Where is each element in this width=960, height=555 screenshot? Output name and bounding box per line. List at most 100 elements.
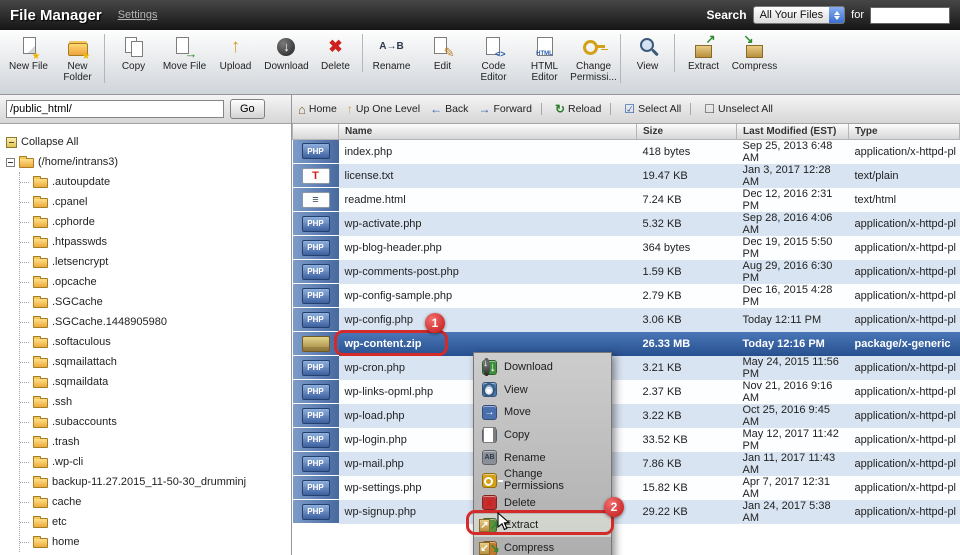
toolbar-button[interactable]: Code Editor bbox=[468, 34, 519, 83]
toolbar-button[interactable]: New File bbox=[3, 34, 54, 72]
search-scope-select[interactable]: All Your Files bbox=[753, 6, 846, 24]
table-row[interactable]: readme.html 7.24 KB Dec 12, 2016 2:31 PM… bbox=[293, 188, 960, 212]
table-row[interactable]: license.txt 19.47 KB Jan 3, 2017 12:28 A… bbox=[293, 164, 960, 188]
forward-icon bbox=[478, 103, 490, 115]
tree-folder-item[interactable]: etc bbox=[20, 512, 291, 532]
file-nav-item[interactable]: Up One Level bbox=[347, 103, 420, 115]
toolbar-button[interactable]: Download bbox=[261, 34, 312, 72]
file-name[interactable]: wp-blog-header.php bbox=[339, 236, 637, 260]
column-header[interactable]: Type bbox=[849, 124, 960, 139]
file-name[interactable]: wp-config-sample.php bbox=[339, 284, 637, 308]
tree-folder-item[interactable]: .cphorde bbox=[20, 212, 291, 232]
file-nav-item[interactable]: Unselect All bbox=[704, 103, 773, 115]
tree-folder-item[interactable]: cache bbox=[20, 492, 291, 512]
tree-folder-item[interactable]: .ssh bbox=[20, 392, 291, 412]
table-row[interactable]: wp-cron.php 3.21 KB May 24, 2015 11:56 P… bbox=[293, 356, 960, 380]
context-menu-item[interactable]: Rename bbox=[474, 446, 611, 469]
file-table: Name Size Last Modified (EST) Type index… bbox=[292, 124, 960, 524]
tree-folder-item[interactable]: .autoupdate bbox=[20, 172, 291, 192]
toolbar-button-label: View bbox=[624, 61, 671, 72]
table-row[interactable]: wp-settings.php 15.82 KB Apr 7, 2017 12:… bbox=[293, 476, 960, 500]
context-menu-item[interactable]: Move bbox=[474, 401, 611, 424]
file-name[interactable]: wp-activate.php bbox=[339, 212, 637, 236]
file-name[interactable]: index.php bbox=[339, 139, 637, 164]
table-row[interactable]: wp-comments-post.php 1.59 KB Aug 29, 201… bbox=[293, 260, 960, 284]
search-input[interactable] bbox=[870, 7, 950, 24]
column-header[interactable]: Last Modified (EST) bbox=[737, 124, 849, 139]
tree-folder-item[interactable]: .opcache bbox=[20, 272, 291, 292]
context-menu-item[interactable]: View bbox=[474, 379, 611, 402]
toolbar-button[interactable]: HTML Editor bbox=[519, 34, 570, 83]
tree-folder-item[interactable]: .subaccounts bbox=[20, 412, 291, 432]
toolbar-button[interactable]: Upload bbox=[210, 34, 261, 72]
file-nav-item[interactable]: Forward bbox=[478, 103, 542, 115]
table-row[interactable]: index.php 418 bytes Sep 25, 2013 6:48 AM… bbox=[293, 139, 960, 164]
column-header[interactable]: Size bbox=[637, 124, 737, 139]
folder-icon bbox=[33, 338, 48, 348]
tree-connector bbox=[20, 282, 29, 283]
file-nav-item[interactable]: Select All bbox=[624, 103, 691, 115]
tree-folder-item[interactable]: home bbox=[20, 532, 291, 552]
file-type: application/x-httpd-pl bbox=[849, 139, 960, 164]
tree-root[interactable]: (/home/intrans3) bbox=[6, 152, 291, 172]
table-row[interactable]: wp-signup.php 29.22 KB Jan 24, 2017 5:38… bbox=[293, 500, 960, 524]
file-type: application/x-httpd-pl bbox=[849, 308, 960, 332]
folder-icon bbox=[33, 378, 48, 388]
collapse-all-icon bbox=[6, 137, 17, 148]
toolbar-button[interactable]: Extract bbox=[678, 34, 729, 72]
tree-folder-item[interactable]: .sqmailattach bbox=[20, 352, 291, 372]
settings-link[interactable]: Settings bbox=[118, 9, 158, 21]
tree-folder-item[interactable]: .trash bbox=[20, 432, 291, 452]
toolbar-button[interactable]: Compress bbox=[729, 34, 780, 72]
tree-folder-item[interactable]: .SGCache.1448905980 bbox=[20, 312, 291, 332]
table-row[interactable]: wp-login.php 33.52 KB May 12, 2017 11:42… bbox=[293, 428, 960, 452]
column-header[interactable]: Name bbox=[339, 124, 637, 139]
file-name[interactable]: license.txt bbox=[339, 164, 637, 188]
context-menu-item[interactable]: Copy bbox=[474, 424, 611, 447]
toolbar-button[interactable]: Delete bbox=[312, 34, 363, 72]
tree-folder-item[interactable]: .cpanel bbox=[20, 192, 291, 212]
folder-icon bbox=[33, 538, 48, 548]
toolbar-button[interactable]: Edit bbox=[417, 34, 468, 72]
tree-folder-item[interactable]: .wp-cli bbox=[20, 452, 291, 472]
tree-folder-item[interactable]: .letsencrypt bbox=[20, 252, 291, 272]
context-menu-item[interactable]: Compress bbox=[474, 537, 611, 555]
tree-folder-item[interactable]: backup-11.27.2015_11-50-30_drumminj bbox=[20, 472, 291, 492]
table-row[interactable]: wp-activate.php 5.32 KB Sep 28, 2016 4:0… bbox=[293, 212, 960, 236]
toolbar-button[interactable]: Change Permissi... bbox=[570, 34, 621, 83]
context-menu-item[interactable]: Change Permissions bbox=[474, 469, 611, 492]
context-menu-item[interactable]: Extract bbox=[474, 514, 611, 537]
unselect-all-icon bbox=[704, 103, 715, 115]
table-row[interactable]: wp-blog-header.php 364 bytes Dec 19, 201… bbox=[293, 236, 960, 260]
table-row[interactable]: wp-mail.php 7.86 KB Jan 11, 2017 11:43 A… bbox=[293, 452, 960, 476]
collapse-expander-icon[interactable] bbox=[6, 158, 15, 167]
tree-folder-item[interactable]: .softaculous bbox=[20, 332, 291, 352]
file-name[interactable]: readme.html bbox=[339, 188, 637, 212]
context-menu-item[interactable]: Download bbox=[474, 356, 611, 379]
tree-folder-item[interactable]: .SGCache bbox=[20, 292, 291, 312]
table-row[interactable]: wp-load.php 3.22 KB Oct 25, 2016 9:45 AM… bbox=[293, 404, 960, 428]
collapse-all[interactable]: Collapse All bbox=[6, 132, 291, 152]
file-nav-item[interactable]: Home bbox=[298, 103, 337, 116]
file-size: 19.47 KB bbox=[637, 164, 737, 188]
toolbar-button[interactable]: View bbox=[624, 34, 675, 72]
file-nav-item[interactable]: Reload bbox=[555, 103, 611, 115]
go-button[interactable]: Go bbox=[230, 99, 265, 119]
table-row[interactable]: wp-config.php 3.06 KB Today 12:11 PM app… bbox=[293, 308, 960, 332]
path-input[interactable] bbox=[6, 100, 224, 118]
tree-folder-item[interactable]: .htpasswds bbox=[20, 232, 291, 252]
toolbar-button[interactable]: Rename bbox=[366, 34, 417, 72]
toolbar-button-label: Download bbox=[261, 61, 312, 72]
table-row[interactable]: wp-links-opml.php 2.37 KB Nov 21, 2016 9… bbox=[293, 380, 960, 404]
toolbar-button[interactable]: Copy bbox=[108, 34, 159, 72]
context-menu-item[interactable]: Delete bbox=[474, 492, 611, 515]
file-name[interactable]: wp-config.php bbox=[339, 308, 637, 332]
table-row[interactable]: wp-content.zip 26.33 MB Today 12:16 PM p… bbox=[293, 332, 960, 356]
file-name[interactable]: wp-comments-post.php bbox=[339, 260, 637, 284]
toolbar-button[interactable]: New Folder bbox=[54, 34, 105, 83]
toolbar-button[interactable]: Move File bbox=[159, 34, 210, 72]
file-nav-item[interactable]: Back bbox=[430, 103, 468, 115]
table-row[interactable]: wp-config-sample.php 2.79 KB Dec 16, 201… bbox=[293, 284, 960, 308]
tree-folder-item[interactable]: .sqmaildata bbox=[20, 372, 291, 392]
html-editor-icon bbox=[532, 35, 558, 59]
